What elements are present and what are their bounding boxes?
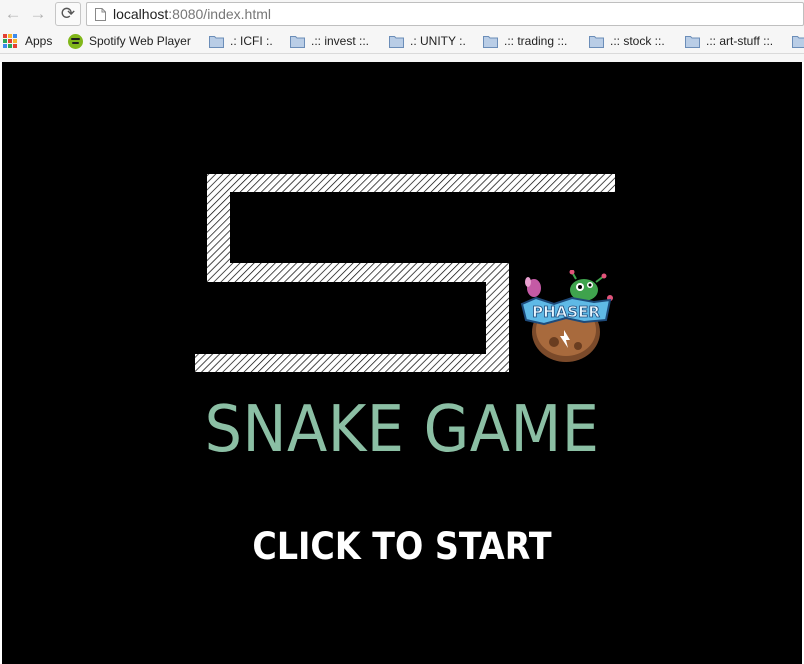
address-bar[interactable]: localhost:8080/index.html bbox=[86, 2, 804, 26]
bookmark-label: .:: art-stuff ::. bbox=[706, 34, 774, 48]
folder-icon bbox=[209, 35, 224, 48]
url-host: localhost bbox=[113, 6, 169, 22]
apps-icon bbox=[3, 34, 17, 48]
bookmark-label: .: ICFI :. bbox=[230, 34, 273, 48]
bookmark-folder-trading[interactable]: .:: trading ::. bbox=[483, 33, 567, 49]
spotify-icon bbox=[68, 33, 83, 49]
folder-icon bbox=[483, 35, 498, 48]
svg-text:PHASER: PHASER bbox=[532, 303, 600, 321]
snake-logo bbox=[195, 174, 615, 372]
folder-icon bbox=[389, 35, 404, 48]
bookmark-label: .:: trading ::. bbox=[504, 34, 568, 48]
bookmarks-bar: Apps Spotify Web Player .: ICFI :. .:: i… bbox=[0, 28, 804, 54]
bookmark-spotify[interactable]: Spotify Web Player bbox=[68, 33, 191, 49]
start-prompt[interactable]: CLICK TO START bbox=[42, 528, 762, 565]
bookmark-folder-art-stuff[interactable]: .:: art-stuff ::. bbox=[685, 33, 773, 49]
bookmark-label: .:: stock ::. bbox=[610, 34, 665, 48]
game-title: SNAKE GAME bbox=[204, 393, 600, 467]
bookmark-folder-overflow[interactable] bbox=[792, 33, 804, 49]
browser-chrome: ← → ⟳ localhost:8080/index.html Apps Spo… bbox=[0, 0, 804, 62]
bookmark-folder-stock[interactable]: .:: stock ::. bbox=[589, 33, 665, 49]
bookmark-label: Apps bbox=[25, 34, 53, 48]
url-path: :8080/index.html bbox=[168, 6, 271, 22]
back-arrow-icon[interactable]: ← bbox=[3, 4, 23, 24]
folder-icon bbox=[792, 35, 804, 48]
game-canvas[interactable]: PHASER SNAKE GAME CLICK TO START bbox=[2, 62, 802, 664]
bookmark-folder-icfi[interactable]: .: ICFI :. bbox=[209, 33, 273, 49]
reload-icon: ⟳ bbox=[60, 4, 76, 23]
bookmark-apps[interactable]: Apps bbox=[3, 33, 52, 49]
bookmark-folder-unity[interactable]: .: UNITY :. bbox=[389, 33, 466, 49]
bookmark-label: .:: invest ::. bbox=[311, 34, 370, 48]
url-text: localhost:8080/index.html bbox=[113, 6, 271, 22]
bookmark-label: .: UNITY :. bbox=[410, 34, 466, 48]
phaser-logo: PHASER bbox=[520, 270, 613, 362]
browser-toolbar: ← → ⟳ localhost:8080/index.html bbox=[0, 0, 804, 28]
forward-arrow-icon[interactable]: → bbox=[28, 4, 48, 24]
page-icon bbox=[95, 8, 106, 21]
folder-icon bbox=[589, 35, 604, 48]
reload-button[interactable]: ⟳ bbox=[55, 2, 81, 26]
bookmark-folder-invest[interactable]: .:: invest ::. bbox=[290, 33, 369, 49]
folder-icon bbox=[685, 35, 700, 48]
bookmark-label: Spotify Web Player bbox=[89, 34, 191, 48]
folder-icon bbox=[290, 35, 305, 48]
